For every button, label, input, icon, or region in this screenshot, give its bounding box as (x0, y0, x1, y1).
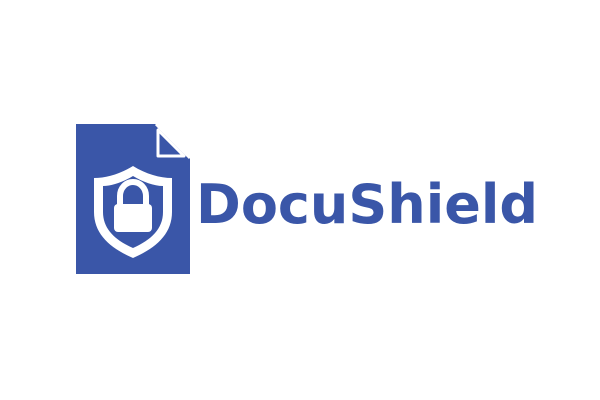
brand-name: DocuShield (196, 173, 539, 236)
document-shield-lock-icon (72, 120, 194, 278)
logo-canvas: DocuShield (0, 0, 600, 400)
